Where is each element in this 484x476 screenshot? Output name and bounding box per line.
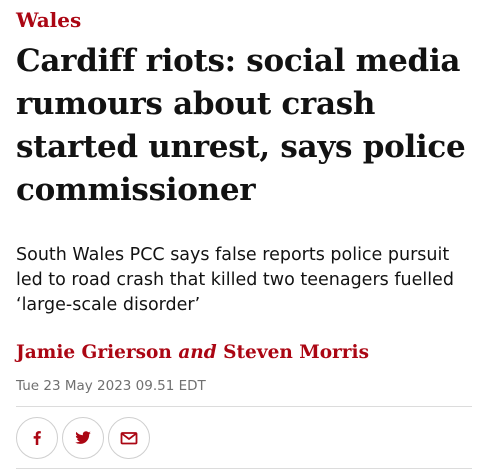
standfirst: South Wales PCC says false reports polic… [16, 245, 454, 315]
divider [16, 406, 472, 407]
share-email-button[interactable] [108, 417, 150, 459]
share-bar [16, 417, 150, 459]
author-link[interactable]: Jamie Grierson [16, 342, 172, 363]
byline-conjunction: and [178, 342, 217, 363]
email-icon [119, 428, 139, 448]
headline: Cardiff riots: social media rumours abou… [16, 43, 466, 208]
byline: Jamie Grierson and Steven Morris [16, 340, 369, 366]
divider [16, 468, 472, 469]
facebook-icon [27, 428, 47, 448]
share-twitter-button[interactable] [62, 417, 104, 459]
author-link[interactable]: Steven Morris [223, 342, 369, 363]
publish-date: Tue 23 May 2023 09.51 EDT [16, 378, 206, 394]
section-link[interactable]: Wales [16, 6, 81, 34]
share-facebook-button[interactable] [16, 417, 58, 459]
twitter-icon [72, 427, 94, 449]
